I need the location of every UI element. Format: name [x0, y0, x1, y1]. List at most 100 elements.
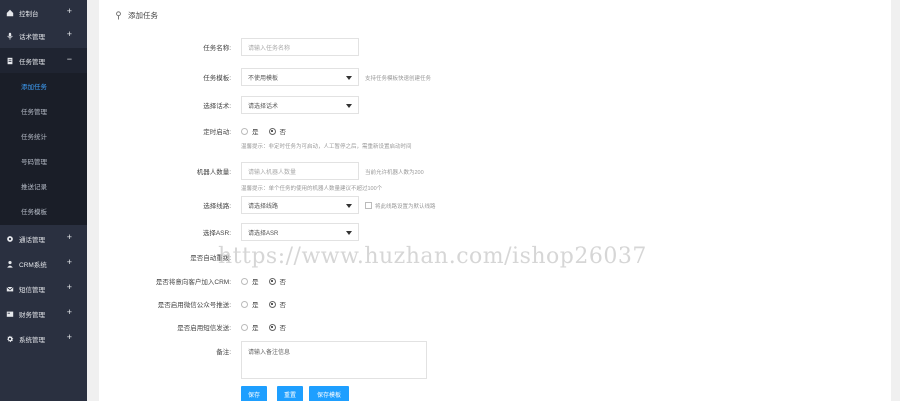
default-line-checkbox[interactable] — [365, 202, 372, 209]
chevron-down-icon — [346, 104, 352, 108]
expand-icon[interactable]: + — [67, 233, 72, 242]
home-icon — [6, 9, 14, 17]
nav-item-calls[interactable]: 通话管理 + — [0, 226, 87, 251]
sms-send-yes[interactable]: 是 — [241, 322, 259, 332]
submit-button[interactable]: 保存 — [241, 386, 267, 401]
asr-select[interactable]: 请选择ASR — [241, 223, 359, 241]
remark-label: 备注: — [216, 349, 231, 356]
document-icon — [6, 57, 14, 65]
radio-icon — [241, 277, 248, 285]
nav-item-label: 系统管理 — [19, 336, 45, 344]
nav-item-crm[interactable]: CRM系统 + — [0, 251, 87, 276]
expand-icon[interactable]: + — [67, 333, 72, 342]
wallet-icon — [6, 310, 14, 318]
user-icon — [6, 260, 14, 268]
sms-send-no[interactable]: 否 — [268, 322, 287, 332]
page-header: 添加任务 — [115, 10, 158, 21]
option-label: 是 — [252, 302, 259, 309]
sms-send-radio-group: 是 否 — [241, 318, 296, 336]
task-name-input[interactable]: 请输入任务名称 — [241, 38, 359, 56]
chevron-down-icon — [346, 231, 352, 235]
wechat-push-no[interactable]: 否 — [268, 299, 287, 309]
expand-icon[interactable]: + — [67, 308, 72, 317]
scenario-label: 选择话术: — [203, 103, 231, 110]
expand-icon[interactable]: + — [67, 283, 72, 292]
asr-label: 选择ASR: — [202, 230, 231, 237]
gear-icon — [6, 235, 14, 243]
robot-count-input[interactable]: 请输入机器人数量 — [241, 162, 359, 180]
radio-selected-icon — [268, 127, 276, 135]
main-panel: 添加任务 任务名称: 请输入任务名称 任务模板: 不使用模板 支持任务模板快速创… — [99, 0, 891, 401]
sidebar: 控制台 + 话术管理 + 任务管理 − 添加任务 任务管理 任务统计 号码管理 … — [0, 0, 87, 401]
task-template-value: 不使用模板 — [248, 75, 279, 82]
subnav-tasks: 添加任务 任务管理 任务统计 号码管理 推送记录 任务模板 — [0, 73, 87, 225]
expand-icon[interactable]: + — [67, 258, 72, 267]
line-value: 请选择线路 — [248, 203, 279, 210]
nav-item-system[interactable]: 系统管理 + — [0, 326, 87, 351]
robot-count-hint: 当前允许机器人数为200 — [365, 170, 424, 176]
default-line-label: 将此线路设置为默认线路 — [375, 204, 436, 210]
pin-icon — [115, 11, 122, 20]
timed-start-hint: 温馨提示：非定时任务为可启动，人工暂停之后，需重新设置启动时间 — [241, 144, 412, 150]
option-label: 是 — [252, 129, 259, 136]
nav-item-label: CRM系统 — [19, 261, 47, 269]
task-template-select[interactable]: 不使用模板 — [241, 68, 359, 86]
option-label: 否 — [279, 129, 287, 136]
option-label: 是 — [252, 279, 259, 286]
radio-selected-icon — [268, 300, 276, 308]
robot-count-hint-2: 温馨提示：单个任务的使用的机器人数量建议不超过100个 — [241, 186, 383, 192]
chevron-down-icon — [346, 76, 352, 80]
subnav-item-add-task[interactable]: 添加任务 — [0, 73, 87, 98]
subnav-item-push-records[interactable]: 推送记录 — [0, 173, 87, 198]
nav-item-label: 话术管理 — [19, 33, 45, 41]
timed-start-radio-group: 是 否 — [241, 122, 296, 140]
scenario-select[interactable]: 请选择话术 — [241, 96, 359, 114]
nav-item-scripts[interactable]: 话术管理 + — [0, 23, 87, 48]
expand-icon[interactable]: + — [67, 30, 72, 39]
nav-item-label: 通话管理 — [19, 236, 45, 244]
remark-textarea[interactable]: 请输入备注信息 — [241, 341, 427, 379]
option-label: 否 — [279, 302, 287, 309]
radio-icon — [241, 127, 248, 135]
radio-selected-icon — [268, 277, 276, 285]
nav-item-dashboard[interactable]: 控制台 + — [0, 0, 87, 25]
collapse-icon[interactable]: − — [67, 55, 72, 64]
nav-item-sms[interactable]: 短信管理 + — [0, 276, 87, 301]
timed-start-yes[interactable]: 是 — [241, 126, 259, 136]
robot-count-label: 机器人数量: — [196, 169, 231, 176]
auto-redial-label: 是否自动重拨: — [190, 255, 231, 262]
subnav-item-task-templates[interactable]: 任务模板 — [0, 198, 87, 223]
sms-send-label: 是否启用短信发送: — [177, 325, 231, 332]
timed-start-no[interactable]: 否 — [268, 126, 287, 136]
add-crm-no[interactable]: 否 — [268, 276, 287, 286]
timed-start-label: 定时启动: — [203, 129, 231, 136]
reset-button[interactable]: 重置 — [277, 386, 303, 401]
task-name-label: 任务名称: — [203, 45, 231, 52]
add-crm-radio-group: 是 否 — [241, 272, 296, 290]
subnav-item-task-stats[interactable]: 任务统计 — [0, 123, 87, 148]
asr-value: 请选择ASR — [248, 230, 279, 237]
mail-icon — [6, 285, 14, 293]
add-crm-yes[interactable]: 是 — [241, 276, 259, 286]
radio-icon — [241, 300, 248, 308]
scenario-value: 请选择话术 — [248, 103, 279, 110]
nav-item-label: 任务管理 — [19, 58, 45, 66]
radio-icon — [241, 323, 248, 331]
add-crm-label: 是否将意向客户加入CRM: — [155, 279, 231, 286]
expand-icon[interactable]: + — [67, 7, 72, 16]
chevron-down-icon — [346, 204, 352, 208]
wechat-push-radio-group: 是 否 — [241, 295, 296, 313]
page-title: 添加任务 — [128, 11, 158, 20]
save-template-button[interactable]: 保存模板 — [309, 386, 349, 401]
option-label: 否 — [279, 279, 287, 286]
line-select[interactable]: 请选择线路 — [241, 196, 359, 214]
subnav-item-number-manage[interactable]: 号码管理 — [0, 148, 87, 173]
nav-item-label: 短信管理 — [19, 286, 45, 294]
wechat-push-yes[interactable]: 是 — [241, 299, 259, 309]
nav-item-tasks[interactable]: 任务管理 − — [0, 48, 87, 73]
subnav-item-task-manage[interactable]: 任务管理 — [0, 98, 87, 123]
option-label: 否 — [279, 325, 287, 332]
nav-item-finance[interactable]: 财务管理 + — [0, 301, 87, 326]
radio-selected-icon — [268, 323, 276, 331]
wechat-push-label: 是否启用微信公众号推送: — [157, 302, 231, 309]
